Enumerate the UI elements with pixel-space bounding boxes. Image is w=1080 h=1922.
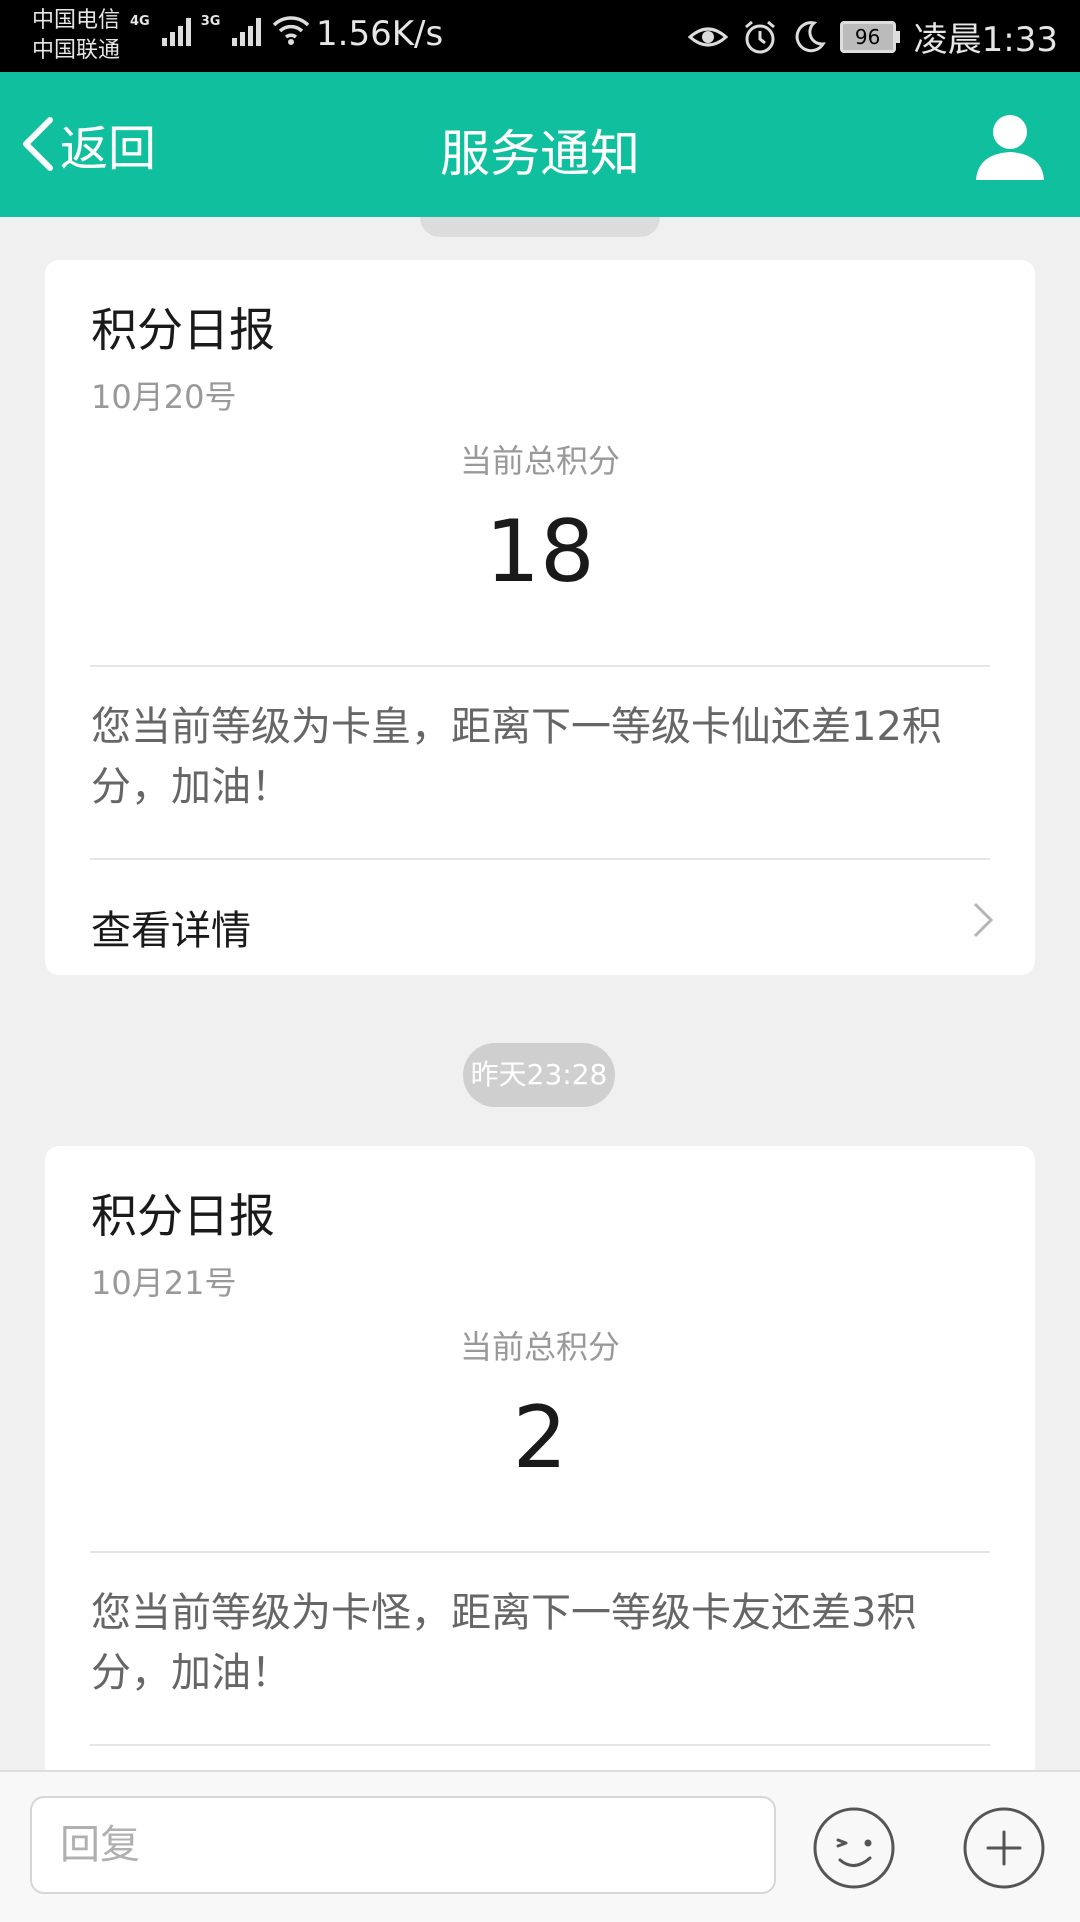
signal-icon — [232, 14, 262, 46]
signal-icon — [161, 14, 191, 46]
message-list[interactable]: 积分日报 10月20号 当前总积分 18 您当前等级为卡皇，距离下一等级卡仙还差… — [0, 217, 1080, 1770]
score-label: 当前总积分 — [459, 1328, 620, 1366]
profile-icon[interactable] — [974, 110, 1046, 182]
card-message: 您当前等级为卡皇，距离下一等级卡仙还差12积分，加油！ — [91, 704, 942, 810]
network-type-2: 3G — [200, 14, 221, 29]
message-card: 积分日报 10月20号 当前总积分 18 您当前等级为卡皇，距离下一等级卡仙还差… — [45, 260, 1035, 975]
wifi-icon — [273, 16, 310, 45]
carrier-2: 中国联通 — [32, 38, 121, 63]
reply-input[interactable] — [30, 1796, 776, 1894]
divider — [90, 1744, 990, 1746]
score-label: 当前总积分 — [459, 442, 620, 480]
divider — [90, 1551, 990, 1553]
status-icons: 96 凌晨1:33 — [687, 12, 1058, 61]
score-value: 2 — [512, 1388, 568, 1488]
alarm-icon — [744, 20, 775, 53]
page-title: 服务通知 — [440, 125, 640, 183]
score-value: 18 — [485, 502, 595, 602]
emoji-icon[interactable] — [812, 1806, 896, 1890]
card-date: 10月21号 — [91, 1264, 237, 1302]
signal-group: 4G 3G — [130, 14, 311, 46]
chevron-right-icon — [973, 902, 994, 938]
message-card: 积分日报 10月21号 当前总积分 2 您当前等级为卡怪，距离下一等级卡友还差3… — [45, 1146, 1035, 1770]
timestamp-pill: 昨天23:28 — [463, 1043, 615, 1107]
card-date: 10月20号 — [91, 378, 237, 416]
moon-icon — [795, 20, 826, 52]
carrier-1: 中国电信 — [32, 8, 121, 33]
battery-icon: 96 — [839, 20, 900, 53]
view-details-link[interactable]: 查看详情 — [45, 860, 1035, 980]
card-title: 积分日报 — [91, 303, 275, 357]
status-bar: 中国电信 中国联通 4G 3G 1.56K/s 96 凌晨1:33 — [0, 0, 1080, 72]
view-details-label: 查看详情 — [91, 908, 251, 954]
clock: 凌晨1:33 — [913, 20, 1058, 60]
card-title: 积分日报 — [91, 1189, 275, 1243]
plus-icon[interactable] — [962, 1806, 1046, 1890]
battery-level: 96 — [839, 20, 896, 53]
divider — [90, 665, 990, 667]
eye-icon — [687, 27, 728, 46]
carrier-labels: 中国电信 中国联通 — [32, 6, 120, 66]
card-message: 您当前等级为卡怪，距离下一等级卡友还差3积分，加油！ — [91, 1590, 917, 1696]
app-header: 返回 服务通知 — [0, 72, 1080, 217]
network-speed: 1.56K/s — [316, 14, 444, 54]
reply-bar — [0, 1770, 1080, 1922]
network-type-1: 4G — [130, 14, 150, 29]
timestamp-pill-partial — [420, 217, 660, 237]
